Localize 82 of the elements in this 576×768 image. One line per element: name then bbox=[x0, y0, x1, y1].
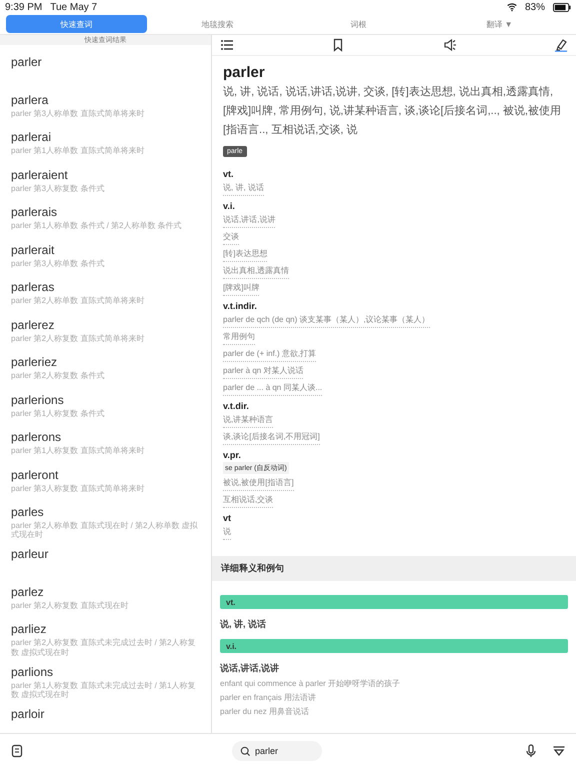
highlighter-icon[interactable] bbox=[554, 38, 568, 52]
tab[interactable]: 翻译 ▼ bbox=[429, 15, 570, 33]
result-word[interactable]: parleriez bbox=[11, 355, 58, 369]
result-word[interactable]: parlerais bbox=[11, 205, 58, 219]
result-forms: parler 第3人称复数 条件式 bbox=[11, 184, 106, 193]
result-word[interactable]: parles bbox=[11, 505, 44, 519]
meaning: 说, 讲, 说话 bbox=[220, 618, 266, 632]
result-forms: parler 第3人称复数 直陈式简单将来时 bbox=[11, 484, 146, 493]
microphone-icon[interactable] bbox=[524, 744, 538, 758]
definition-summary: 说, 讲, 说话, 说话,讲话,说讲, 交谈, [转]表达思想, 说出真相,透露真情, [牌戏]叫牌, 常用例句, 说,讲某种语言, 谈,谈论[后接名词,.., 被说,被使用[指语言.., 互相说话,交谈, 说 bbox=[223, 84, 562, 138]
part-of-speech-bar: v.i. bbox=[220, 639, 568, 654]
part-of-speech: v.t.indir. bbox=[223, 301, 257, 312]
result-word[interactable]: parlerait bbox=[11, 242, 54, 256]
result-word[interactable]: parler bbox=[11, 55, 42, 69]
sense-link[interactable]: parler de ... à qn 同某人谈... bbox=[223, 382, 322, 396]
sense-link[interactable]: 被说,被使用[指语言] bbox=[223, 477, 294, 492]
document-icon[interactable] bbox=[10, 744, 24, 758]
sense-link[interactable]: [牌戏]叫牌 bbox=[223, 282, 260, 296]
example-sentence: parler en français 用法语讲 bbox=[220, 692, 316, 704]
search-field[interactable]: parler bbox=[232, 741, 322, 761]
status-date: Tue May 7 bbox=[50, 2, 98, 12]
result-word[interactable]: parleraient bbox=[11, 168, 68, 182]
result-forms: parler 第2人称单数 直陈式现在时 / 第2人称单数 虚拟式现在时 bbox=[11, 521, 199, 540]
search-icon bbox=[240, 746, 251, 756]
sense-link[interactable]: 说,讲某种语言 bbox=[223, 414, 274, 428]
status-time: 9:39 PM bbox=[5, 2, 42, 12]
result-word[interactable]: parlerions bbox=[11, 392, 64, 406]
result-forms: parler 第2人称复数 条件式 bbox=[11, 371, 106, 380]
wifi-icon bbox=[506, 2, 517, 12]
result-word[interactable]: parliez bbox=[11, 622, 46, 636]
result-forms: parler 第1人称单数 条件式 / 第2人称单数 条件式 bbox=[11, 221, 183, 230]
result-forms: parler 第1人称复数 直陈式未完成过去时 / 第1人称复数 虚拟式现在时 bbox=[11, 680, 196, 700]
meaning: 说话,讲话,说讲 bbox=[220, 662, 280, 676]
part-of-speech-bar: vt. bbox=[220, 595, 568, 610]
result-word[interactable]: parloir bbox=[11, 707, 44, 722]
filter-icon[interactable] bbox=[552, 744, 566, 758]
result-forms: parler 第2人称复数 直陈式简单将来时 bbox=[11, 334, 146, 343]
result-forms: parler 第1人称复数 条件式 bbox=[11, 408, 106, 418]
result-word[interactable]: parlerez bbox=[11, 318, 54, 332]
result-word[interactable]: parleront bbox=[11, 468, 58, 482]
result-forms: parler 第3人称单数 条件式 bbox=[11, 258, 106, 268]
sense-link[interactable]: 常用例句 bbox=[223, 331, 255, 346]
part-of-speech: vt. bbox=[223, 169, 234, 180]
result-word[interactable]: parlerons bbox=[11, 430, 62, 444]
result-forms: parler 第1人称复数 直陈式简单将来时 bbox=[11, 446, 146, 456]
example-sentence: enfant qui commence à parler 开始咿呀学语的孩子 bbox=[220, 678, 400, 690]
sense-link[interactable]: parler de (+ inf.) 意欲,打算 bbox=[223, 348, 316, 362]
result-word[interactable]: parleur bbox=[11, 547, 48, 562]
result-word[interactable]: parlera bbox=[11, 92, 48, 106]
sense-link[interactable]: parler de qch (de qn) 谈支某事（某人）,议论某事（某人） bbox=[223, 314, 430, 328]
part-of-speech: v.t.dir. bbox=[223, 401, 249, 412]
example-sentence: parler du nez 用鼻音说话 bbox=[220, 706, 309, 718]
result-forms: parler 第2人称复数 直陈式现在时 bbox=[11, 600, 130, 610]
result-forms: parler 第2人称复数 直陈式未完成过去时 / 第2人称复数 虚拟式现在时 bbox=[11, 638, 196, 657]
part-of-speech: vt bbox=[223, 513, 232, 524]
sense-link[interactable]: 交谈 bbox=[223, 231, 239, 246]
result-forms: parler 第1人称单数 直陈式简单将来时 bbox=[11, 146, 146, 156]
part-of-speech: v.pr. bbox=[223, 450, 241, 460]
sense-link[interactable]: 说话,讲话,说讲 bbox=[223, 214, 276, 228]
details-header: 详细释义和例句 bbox=[212, 556, 576, 582]
result-word[interactable]: parlerai bbox=[11, 130, 52, 144]
result-forms: parler 第3人称单数 直陈式简单将来时 bbox=[11, 108, 146, 118]
sense-link[interactable]: [转]表达思想 bbox=[223, 248, 268, 262]
tab[interactable]: 快速查词 bbox=[6, 15, 147, 33]
list-icon[interactable] bbox=[220, 38, 234, 52]
result-word[interactable]: parleras bbox=[11, 280, 54, 294]
result-word[interactable]: parlions bbox=[11, 664, 54, 679]
sense-link[interactable]: parler à qn 对某人说话 bbox=[223, 365, 304, 380]
tab[interactable]: 地毯搜索 bbox=[147, 15, 288, 33]
sense-link[interactable]: 说 bbox=[223, 526, 231, 540]
battery-percent: 83% bbox=[524, 2, 545, 12]
sense-link[interactable]: 说, 讲, 说话 bbox=[223, 182, 264, 196]
headword: parler bbox=[223, 64, 265, 81]
sense-link[interactable]: 互相说话,交谈 bbox=[223, 494, 274, 508]
sense-link[interactable]: 说出真相,透露真情 bbox=[223, 265, 290, 280]
sense-link[interactable]: 谈,谈论[后接名词,不用冠词] bbox=[223, 431, 320, 446]
tab[interactable]: 词根 bbox=[288, 15, 429, 33]
part-of-speech: v.i. bbox=[223, 201, 235, 212]
speaker-icon[interactable] bbox=[442, 38, 457, 52]
result-forms: parler 第2人称单数 直陈式简单将来时 bbox=[11, 296, 146, 306]
result-word[interactable]: parlez bbox=[11, 584, 44, 599]
battery-icon bbox=[553, 2, 571, 12]
